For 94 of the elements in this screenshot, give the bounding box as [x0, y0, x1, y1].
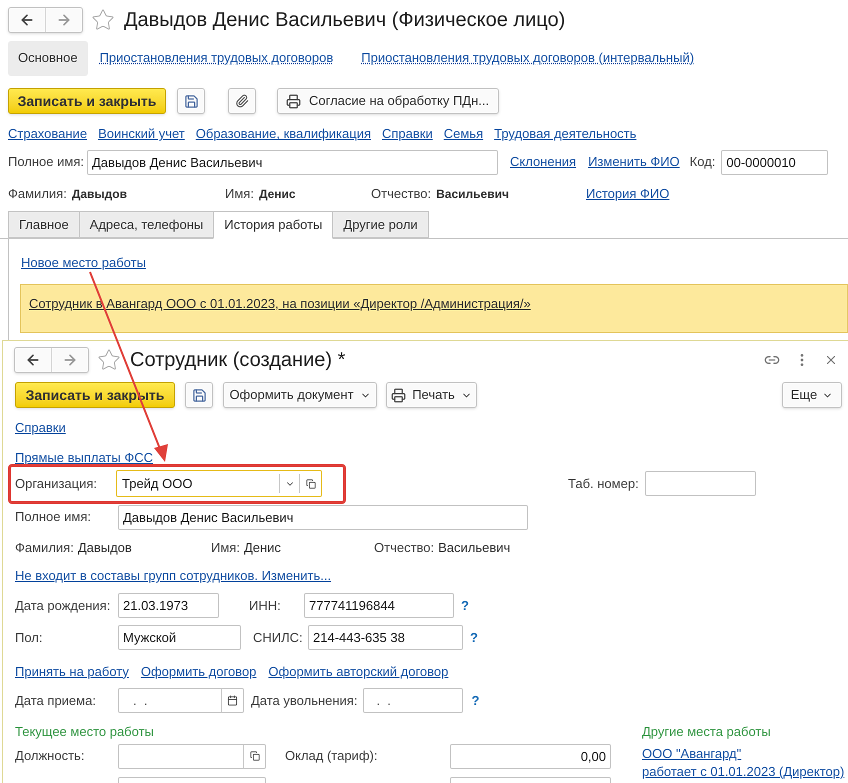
print-button[interactable]: Согласие на обработку ПДн...: [277, 88, 499, 114]
close-icon[interactable]: [824, 353, 838, 367]
help-link[interactable]: ?: [461, 596, 469, 616]
field-label: Фамилия:: [15, 539, 74, 558]
section-tab[interactable]: Приостановления трудовых договоров: [90, 40, 344, 76]
star-icon: [97, 348, 121, 372]
position-field[interactable]: [118, 744, 266, 768]
section-title: Текущее место работы: [15, 722, 155, 741]
floppy-icon: [184, 94, 198, 108]
more-button[interactable]: Еще: [782, 382, 842, 408]
name-history-link[interactable]: История ФИО: [586, 184, 670, 204]
print-button[interactable]: Печать: [386, 382, 477, 408]
full-name-field[interactable]: Давыдов Денис Васильевич: [87, 150, 498, 174]
field-label: Имя:: [211, 539, 240, 558]
field-label: Отчество:: [374, 539, 434, 558]
back-icon: [25, 352, 41, 368]
printer-icon: [286, 94, 301, 108]
hire-link[interactable]: Принять на работу: [15, 662, 129, 682]
job-entry-link[interactable]: Сотрудник в Авангард ООО с 01.01.2023, на позиции «Директор /Администрация/»: [29, 296, 531, 310]
field-label: ИНН:: [249, 596, 282, 615]
field-label: Дата рождения:: [15, 596, 112, 615]
field-label: Оклад (тариф):: [285, 747, 378, 766]
forward-icon: [62, 352, 78, 368]
tab[interactable]: Адреса, телефоны: [78, 211, 214, 238]
section-link[interactable]: Страхование: [8, 124, 88, 144]
salary-field[interactable]: 0,00: [450, 744, 611, 768]
section-link[interactable]: Семья: [444, 124, 484, 144]
field-label: Организация:: [15, 474, 98, 493]
field-label: Дата приема:: [15, 692, 97, 710]
save-button[interactable]: [185, 382, 213, 408]
field-label: Пол:: [15, 628, 44, 647]
name-value: Денис: [244, 539, 281, 558]
other-job-link[interactable]: ООО "Авангард": [642, 745, 844, 763]
new-job-link[interactable]: Новое место работы: [21, 253, 848, 272]
field-label: СНИЛС:: [253, 628, 304, 647]
organization-field[interactable]: Трейд ООО: [116, 470, 322, 497]
tab[interactable]: Главное: [8, 211, 80, 238]
window-title: Сотрудник (создание) *: [130, 348, 346, 373]
back-icon: [19, 12, 35, 28]
open-icon[interactable]: [306, 478, 316, 488]
other-job-link[interactable]: работает с 01.01.2023 (Директор): [642, 763, 844, 781]
code-field[interactable]: 00-0000010: [721, 150, 828, 174]
hire-date-field[interactable]: . .: [118, 688, 244, 713]
section-link[interactable]: Образование, квалификация: [196, 124, 371, 144]
snils-field[interactable]: 214-443-635 38: [308, 625, 463, 650]
name-value: Васильевич: [436, 186, 509, 203]
help-link[interactable]: ?: [471, 690, 480, 710]
payments-link[interactable]: Прямые выплаты ФСС: [15, 450, 153, 464]
paperclip-icon: [235, 94, 249, 108]
section-tab[interactable]: Основное: [8, 40, 88, 76]
hire-link[interactable]: Оформить договор: [140, 662, 256, 682]
name-value: Васильевич: [438, 539, 510, 558]
hire-link[interactable]: Оформить авторский договор: [268, 662, 448, 682]
dismissal-date-field[interactable]: . .: [363, 688, 464, 713]
field-label: Таб. номер:: [568, 474, 639, 493]
save-close-button[interactable]: Записать и закрыть: [8, 88, 166, 114]
name-value: Давыдов: [72, 186, 127, 203]
inn-field[interactable]: 777741196844: [304, 593, 454, 618]
change-name-link[interactable]: Изменить ФИО: [588, 152, 680, 172]
field-label: Имя:: [225, 185, 254, 204]
employee-groups-link[interactable]: Не входит в составы групп сотрудников. Изменить...: [15, 568, 332, 583]
attach-button[interactable]: [228, 88, 256, 114]
forward-icon: [56, 12, 72, 28]
field-label: Дата увольнения:: [251, 692, 358, 710]
help-link[interactable]: ?: [470, 628, 478, 648]
printer-icon: [391, 388, 406, 402]
field-label: Отчество:: [371, 185, 432, 204]
section-link[interactable]: Трудовая деятельность: [494, 124, 636, 144]
full-name-field[interactable]: Давыдов Денис Васильевич: [118, 504, 528, 530]
tab[interactable]: История работы: [213, 211, 334, 239]
field-label: Полное имя:: [8, 153, 85, 172]
document-button[interactable]: Оформить документ: [223, 382, 377, 408]
field-label: Код:: [690, 153, 716, 172]
calendar-icon[interactable]: [227, 695, 238, 706]
gender-field[interactable]: Мужской: [118, 625, 241, 650]
certificates-link[interactable]: Справки: [15, 420, 66, 435]
save-button[interactable]: [177, 88, 205, 114]
section-link[interactable]: Справки: [382, 124, 433, 144]
tab-number-field[interactable]: [644, 471, 756, 496]
section-link[interactable]: Воинский учет: [98, 124, 185, 144]
window-title: Давыдов Денис Васильевич (Физическое лицо): [124, 8, 566, 33]
declension-link[interactable]: Склонения: [510, 152, 576, 172]
field-label: Фамилия:: [8, 185, 67, 204]
field-label: Должность:: [15, 747, 86, 766]
field-label: Полное имя:: [15, 508, 92, 526]
birth-date-field[interactable]: 21.03.1973: [118, 593, 219, 618]
open-icon[interactable]: [250, 751, 260, 761]
section-title: Другие места работы: [642, 722, 772, 741]
section-tab[interactable]: Приостановления трудовых договоров (интервальный): [351, 40, 704, 76]
floppy-icon: [192, 388, 206, 402]
tab[interactable]: Другие роли: [332, 211, 429, 238]
star-icon: [91, 8, 115, 32]
name-value: Давыдов: [78, 539, 132, 558]
name-value: Денис: [258, 186, 296, 203]
